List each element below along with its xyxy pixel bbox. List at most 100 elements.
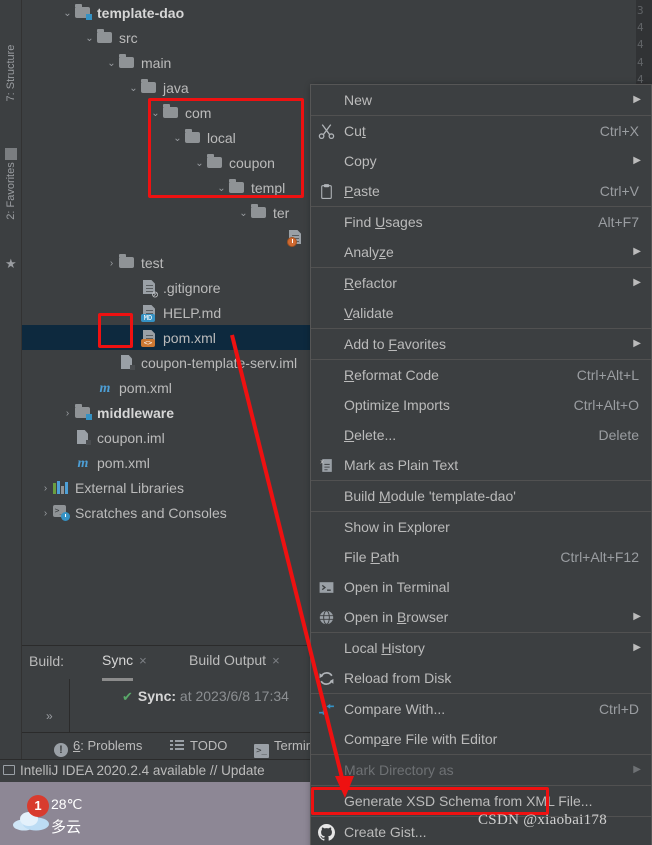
tool-button-todo-label: TODO — [190, 738, 228, 753]
tab-sync-label: Sync — [102, 652, 134, 668]
menu-item-analyze[interactable]: Analyze ▶ — [311, 237, 651, 267]
menu-item-label: Compare File with Editor — [344, 731, 498, 747]
menu-item-compare-with[interactable]: Compare With... Ctrl+D — [311, 694, 651, 724]
submenu-arrow-icon: ▶ — [633, 277, 641, 288]
menu-item-label: Copy — [344, 153, 377, 169]
problems-icon: ! — [54, 743, 68, 757]
chevron-down-icon[interactable]: ⌄ — [105, 51, 118, 76]
menu-item-new[interactable]: New ▶ — [311, 85, 651, 115]
sidebar-item-structure[interactable]: 7: Structure — [0, 28, 22, 118]
submenu-arrow-icon: ▶ — [633, 94, 641, 105]
menu-item-build-module-template-dao[interactable]: Build Module 'template-dao' — [311, 481, 651, 511]
menu-item-find-usages[interactable]: Find Usages Alt+F7 — [311, 207, 651, 237]
chevron-down-icon[interactable]: ⌄ — [215, 176, 228, 201]
chevron-right-icon[interactable]: › — [61, 401, 74, 426]
menu-item-label: Reload from Disk — [344, 670, 452, 686]
chevron-down-icon[interactable]: ⌄ — [193, 151, 206, 176]
menu-item-file-path[interactable]: File Path Ctrl+Alt+F12 — [311, 542, 651, 572]
tool-button-todo[interactable]: TODO — [170, 738, 227, 753]
module-folder-icon — [74, 404, 92, 420]
close-icon[interactable]: × — [139, 653, 147, 668]
menu-item-shortcut: Ctrl+X — [599, 123, 639, 139]
tab-sync[interactable]: Sync × — [102, 652, 147, 681]
menu-item-mark-directory-as: Mark Directory as ▶ — [311, 755, 651, 785]
tree-spacer: · — [273, 226, 286, 251]
build-tree-pane[interactable]: » — [22, 679, 70, 732]
menu-item-label: Add to Favorites — [344, 336, 446, 352]
menu-item-label: New — [344, 92, 373, 108]
tree-row-label: coupon — [229, 154, 275, 171]
submenu-arrow-icon: ▶ — [633, 338, 641, 349]
menu-item-paste[interactable]: Paste Ctrl+V — [311, 176, 651, 206]
svg-text:x: x — [320, 458, 324, 465]
tree-row[interactable]: ⌄ src — [22, 25, 636, 50]
folder-icon — [228, 179, 246, 194]
menu-item-open-in-browser[interactable]: Open in Browser ▶ — [311, 602, 651, 632]
folder-icon — [140, 79, 158, 94]
menu-item-local-history[interactable]: Local History ▶ — [311, 633, 651, 663]
menu-item-optimize-imports[interactable]: Optimize Imports Ctrl+Alt+O — [311, 390, 651, 420]
menu-item-label: Validate — [344, 305, 394, 321]
chevron-down-icon[interactable]: ⌄ — [149, 101, 162, 126]
menu-item-delete[interactable]: Delete... Delete — [311, 420, 651, 450]
menu-item-copy[interactable]: Copy ▶ — [311, 146, 651, 176]
tree-row-label: test — [141, 254, 164, 271]
menu-item-reload-from-disk[interactable]: Reload from Disk — [311, 663, 651, 693]
menu-item-open-in-terminal[interactable]: Open in Terminal — [311, 572, 651, 602]
star-icon: ★ — [5, 256, 17, 271]
tree-row-label: HELP.md — [163, 304, 222, 321]
menu-item-reformat-code[interactable]: Reformat Code Ctrl+Alt+L — [311, 360, 651, 390]
module-folder-icon — [74, 4, 92, 20]
menu-item-refactor[interactable]: Refactor ▶ — [311, 268, 651, 298]
sync-status-label: Sync: — [137, 688, 177, 704]
chevron-down-icon[interactable]: ⌄ — [127, 76, 140, 101]
chevron-down-icon[interactable]: ⌄ — [83, 26, 96, 51]
tree-row[interactable]: ⌄ template-dao — [22, 0, 636, 25]
gutter-line-number: 4 — [637, 55, 644, 69]
tree-row[interactable]: ⌄ main — [22, 50, 636, 75]
close-icon[interactable]: × — [272, 653, 280, 668]
menu-item-label: Paste — [344, 183, 380, 199]
tree-row-label: .gitignore — [163, 279, 221, 296]
expand-icon[interactable]: » — [46, 709, 53, 723]
chevron-down-icon[interactable]: ⌄ — [61, 1, 74, 26]
context-menu[interactable]: New ▶ Cut Ctrl+X Copy ▶ Paste Ctrl+V Find Usages… — [310, 84, 652, 845]
menu-item-add-to-favorites[interactable]: Add to Favorites ▶ — [311, 329, 651, 359]
menu-item-cut[interactable]: Cut Ctrl+X — [311, 116, 651, 146]
menu-item-mark-as-plain-text[interactable]: x Mark as Plain Text — [311, 450, 651, 480]
menu-item-compare-file-with-editor[interactable]: Compare File with Editor — [311, 724, 651, 754]
submenu-arrow-icon: ▶ — [633, 611, 641, 622]
menu-item-validate[interactable]: Validate — [311, 298, 651, 328]
menu-item-label: Refactor — [344, 275, 397, 291]
sidebar-item-favorites[interactable]: 2: Favorites — [0, 146, 22, 236]
status-bar-message[interactable]: IntelliJ IDEA 2020.2.4 available // Upda… — [20, 763, 265, 778]
menu-item-label: Build Module 'template-dao' — [344, 488, 516, 504]
weather-condition: 多云 — [51, 819, 82, 836]
compare-icon — [319, 703, 334, 716]
notification-badge[interactable]: 1 — [27, 795, 49, 817]
maven-icon: m — [77, 455, 89, 471]
tree-spacer: · — [105, 351, 118, 376]
folder-icon — [118, 254, 136, 269]
chevron-right-icon[interactable]: › — [105, 251, 118, 276]
reload-icon — [319, 672, 334, 685]
tab-build-output[interactable]: Build Output × — [189, 652, 280, 679]
chevron-down-icon[interactable]: ⌄ — [237, 201, 250, 226]
tool-button-problems[interactable]: ! 6: Problems — [54, 738, 142, 757]
external-libraries-icon — [52, 480, 70, 494]
tree-row-label: template-dao — [97, 4, 185, 21]
build-label: Build: — [29, 653, 65, 669]
chevron-down-icon[interactable]: ⌄ — [171, 126, 184, 151]
markdown-file-icon: MD — [140, 305, 158, 322]
chevron-right-icon[interactable]: › — [39, 476, 52, 501]
java-file-icon — [286, 230, 304, 247]
submenu-arrow-icon: ▶ — [633, 642, 641, 653]
menu-item-show-in-explorer[interactable]: Show in Explorer — [311, 512, 651, 542]
chevron-right-icon[interactable]: › — [39, 501, 52, 526]
menu-item-shortcut: Ctrl+V — [599, 183, 639, 199]
globe-icon — [319, 610, 334, 625]
sync-status-value: at 2023/6/8 17:34 — [179, 688, 289, 704]
tree-spacer: · — [61, 426, 74, 451]
menu-item-label: Open in Terminal — [344, 579, 450, 595]
menu-item-shortcut: Ctrl+Alt+L — [576, 367, 639, 383]
